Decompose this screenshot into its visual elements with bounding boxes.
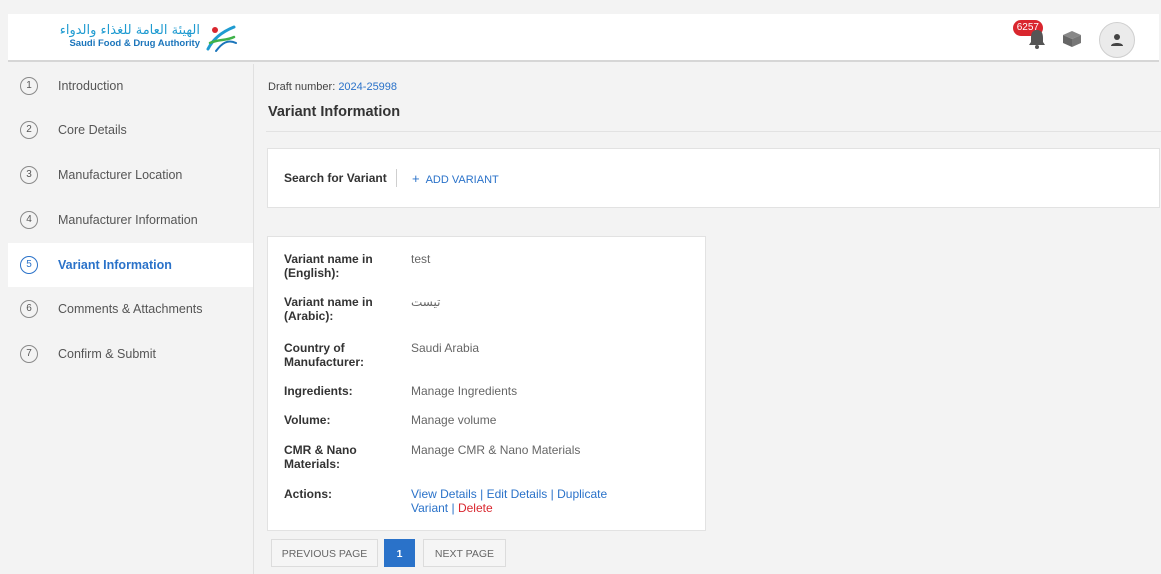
draft-number-value: 2024-25998 — [338, 81, 398, 93]
bell-icon[interactable] — [1027, 28, 1047, 50]
add-variant-button[interactable]: + ADD VARIANT — [412, 171, 499, 186]
step-label: Comments & Attachments — [58, 302, 203, 316]
step-introduction[interactable]: 1 Introduction — [8, 64, 253, 108]
step-label: Manufacturer Location — [58, 168, 183, 182]
sfda-logo[interactable]: الهيئة العامة للغذاء والدواء Saudi Food … — [48, 23, 238, 53]
step-confirm-submit[interactable]: 7 Confirm & Submit — [8, 332, 253, 376]
steps-sidebar: 1 Introduction 2 Core Details 3 Manufact… — [8, 64, 254, 574]
separator: | — [448, 501, 458, 515]
next-page-button[interactable]: NEXT PAGE — [423, 539, 506, 567]
edit-details-link[interactable]: Edit Details — [487, 487, 548, 501]
step-number: 6 — [20, 300, 38, 318]
step-manufacturer-location[interactable]: 3 Manufacturer Location — [8, 153, 253, 197]
variant-name-ar-value: تيست — [411, 295, 441, 309]
manage-volume-link[interactable]: Manage volume — [411, 413, 681, 427]
step-comments-attachments[interactable]: 6 Comments & Attachments — [8, 287, 253, 331]
step-number: 5 — [20, 256, 38, 274]
step-variant-information[interactable]: 5 Variant Information — [8, 243, 253, 287]
user-icon — [1111, 34, 1123, 46]
page-title: Variant Information — [268, 104, 401, 120]
step-label: Variant Information — [58, 258, 172, 272]
top-header: الهيئة العامة للغذاء والدواء Saudi Food … — [8, 14, 1159, 62]
header-actions: 6257 — [995, 20, 1135, 58]
variant-name-en-value: test — [411, 252, 431, 266]
delete-link[interactable]: Delete — [458, 501, 493, 515]
logo-english-text: Saudi Food & Drug Authority — [69, 38, 200, 49]
search-variant-bar: Search for Variant + ADD VARIANT — [267, 148, 1160, 208]
view-details-link[interactable]: View Details — [411, 487, 477, 501]
step-label: Manufacturer Information — [58, 213, 198, 227]
step-core-details[interactable]: 2 Core Details — [8, 108, 253, 152]
page-1-button[interactable]: 1 — [384, 539, 415, 567]
logo-arabic-text: الهيئة العامة للغذاء والدواء — [59, 23, 200, 38]
country-value: Saudi Arabia — [411, 341, 480, 355]
step-number: 3 — [20, 166, 38, 184]
sfda-emblem-icon — [206, 25, 237, 52]
field-label: Ingredients: — [284, 384, 353, 398]
add-variant-label: ADD VARIANT — [425, 174, 499, 186]
separator: | — [547, 487, 558, 501]
variant-card: Variant name in (English): test Variant … — [267, 236, 706, 531]
step-number: 4 — [20, 211, 38, 229]
divider — [396, 169, 397, 187]
step-number: 7 — [20, 345, 38, 363]
manage-cmr-link[interactable]: Manage CMR & Nano Materials — [411, 443, 681, 457]
manage-ingredients-link[interactable]: Manage Ingredients — [411, 384, 681, 398]
step-number: 1 — [20, 77, 38, 95]
step-label: Confirm & Submit — [58, 347, 156, 361]
field-label: Actions: — [284, 487, 332, 501]
field-label: Country of Manufacturer: — [284, 341, 365, 369]
step-label: Core Details — [58, 123, 127, 137]
field-label: CMR & Nano Materials: — [284, 443, 357, 471]
field-label: Variant name in (Arabic): — [284, 295, 373, 323]
step-manufacturer-information[interactable]: 4 Manufacturer Information — [8, 198, 253, 242]
actions-links: View Details | Edit Details | Duplicate … — [411, 487, 626, 515]
previous-page-button[interactable]: PREVIOUS PAGE — [271, 539, 378, 567]
step-number: 2 — [20, 121, 38, 139]
box-icon[interactable] — [1061, 30, 1083, 48]
step-label: Introduction — [58, 79, 124, 93]
user-avatar[interactable] — [1099, 22, 1135, 58]
plus-icon: + — [412, 171, 420, 186]
search-variant-label[interactable]: Search for Variant — [284, 171, 387, 185]
field-label: Volume: — [284, 413, 331, 427]
separator: | — [476, 487, 487, 501]
field-label: Variant name in (English): — [284, 252, 373, 280]
title-divider — [266, 131, 1161, 132]
draft-number: Draft number: 2024-25998 — [268, 81, 397, 93]
draft-label: Draft number: — [268, 81, 336, 93]
